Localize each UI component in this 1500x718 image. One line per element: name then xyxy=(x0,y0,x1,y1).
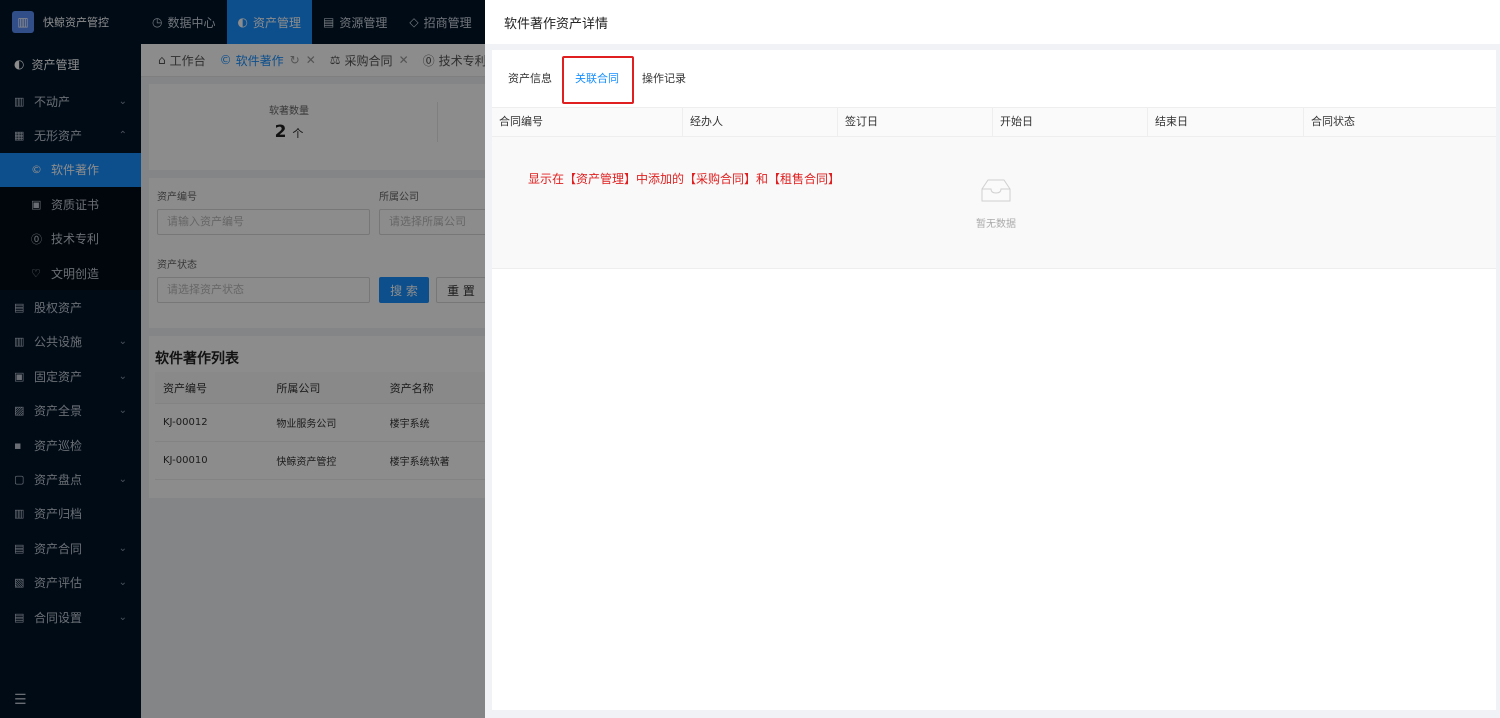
drawer-mask[interactable] xyxy=(0,0,485,718)
contract-table-header: 合同编号 经办人 签订日 开始日 结束日 合同状态 xyxy=(492,107,1496,137)
column-sign-date: 签订日 xyxy=(838,107,993,137)
empty-state: 显示在【资产管理】中添加的【采购合同】和【租售合同】 暂无数据 xyxy=(492,137,1496,269)
drawer-body: 资产信息 关联合同 操作记录 合同编号 经办人 签订日 开始日 结束日 合同状态… xyxy=(492,50,1496,710)
annotation-note: 显示在【资产管理】中添加的【采购合同】和【租售合同】 xyxy=(528,172,841,186)
column-contract-status: 合同状态 xyxy=(1311,115,1355,128)
column-contract-no: 合同编号 xyxy=(492,107,683,137)
highlight-box xyxy=(562,56,634,104)
drawer-title: 软件著作资产详情 xyxy=(485,0,1500,44)
column-handler: 经办人 xyxy=(683,107,838,137)
drawer-tabs: 资产信息 关联合同 操作记录 xyxy=(492,50,1496,106)
column-end-date: 结束日 xyxy=(1148,107,1304,137)
empty-inbox-icon xyxy=(981,179,1011,202)
contract-table: 合同编号 经办人 签订日 开始日 结束日 合同状态 显示在【资产管理】中添加的【… xyxy=(492,107,1496,269)
column-start-date: 开始日 xyxy=(993,107,1148,137)
empty-text: 暂无数据 xyxy=(976,219,1016,230)
tab-operation-log[interactable]: 操作记录 xyxy=(642,70,686,86)
tab-asset-info[interactable]: 资产信息 xyxy=(508,70,552,86)
detail-drawer: 软件著作资产详情 资产信息 关联合同 操作记录 合同编号 经办人 签订日 开始日… xyxy=(485,0,1500,718)
